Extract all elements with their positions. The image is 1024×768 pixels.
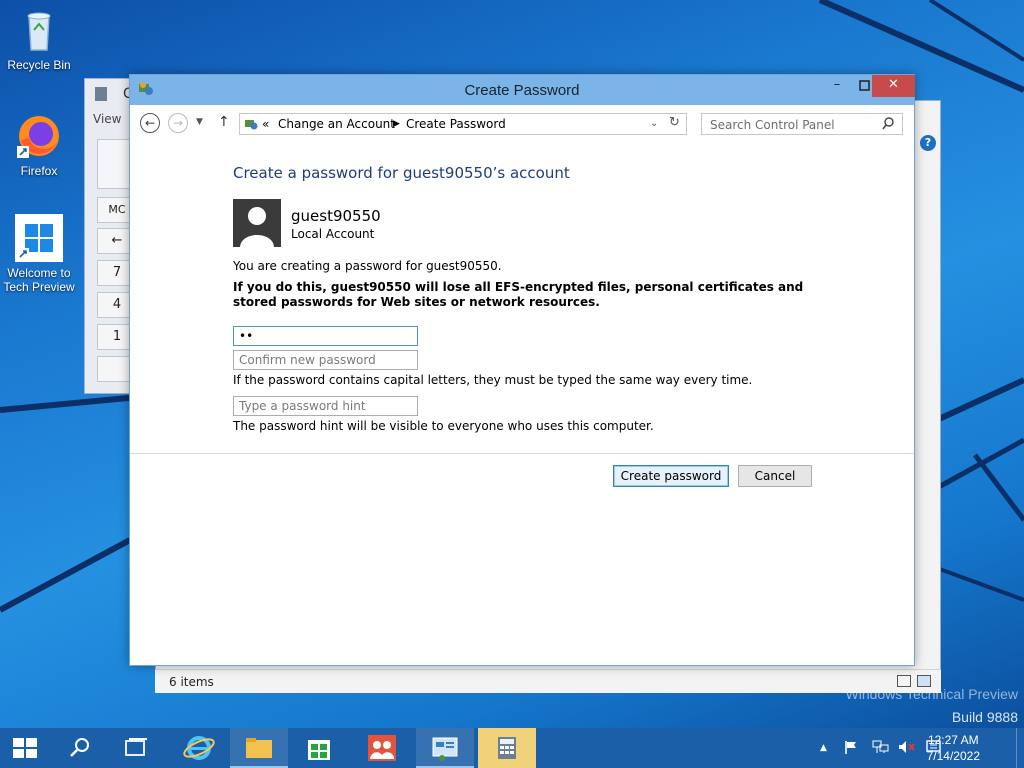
content-pane: Create a password for guest90550’s accou… [130,141,914,667]
windows-logo-icon [13,738,37,758]
calculator-view-menu[interactable]: View [93,112,121,126]
clock-date: 7/14/2022 [926,749,980,763]
user-name: guest90550 [291,207,381,225]
network-icon[interactable] [872,740,890,757]
show-desktop-button[interactable] [1016,728,1024,768]
start-button[interactable] [0,728,50,768]
efs-warning: If you do this, guest90550 will lose all… [233,280,804,309]
control-panel-icon [432,737,458,761]
recycle-bin-icon [15,6,63,54]
navigation-bar: ← → ▼ ↑ « Change an Account ▶ Create Pas… [130,105,914,141]
search-icon[interactable] [882,117,894,134]
page-title: Create a password for guest90550’s accou… [233,164,570,182]
recycle-bin-label: Recycle Bin [7,58,71,72]
back-button[interactable]: ← [140,113,160,133]
file-explorer-taskbar-button[interactable] [230,728,288,768]
address-bar[interactable]: « Change an Account ▶ Create Password ⌄ … [239,113,687,135]
clock[interactable]: 12:27 AM 7/14/2022 [927,732,980,764]
status-bar: 6 items [155,669,941,693]
cancel-button[interactable]: Cancel [738,465,812,487]
hint-visibility-note: The password hint will be visible to eve… [233,419,654,433]
recent-pages-icon[interactable]: ▼ [196,117,203,127]
recycle-bin-shortcut[interactable]: Recycle Bin [1,6,77,72]
search-box[interactable]: Search Control Panel [701,113,903,135]
calculator-icon [95,87,107,101]
task-view-icon [125,738,147,756]
control-panel-taskbar-button[interactable] [416,728,474,768]
ie-taskbar-button[interactable] [170,728,228,768]
capital-letters-note: If the password contains capital letters… [233,373,753,387]
search-taskbar-button[interactable] [54,728,104,768]
clock-time: 12:27 AM [927,733,979,747]
item-count: 6 items [169,675,214,689]
breadcrumb-separator-icon: ▶ [393,119,400,129]
breadcrumb-create-password[interactable]: Create Password [406,117,506,131]
breadcrumb-change-account[interactable]: Change an Account [278,117,395,131]
create-password-window: Create Password – ✕ ← → ▼ ↑ « Change an … [129,74,915,666]
close-button[interactable]: ✕ [872,75,915,97]
store-taskbar-button[interactable] [290,728,348,768]
new-password-input[interactable] [233,326,418,346]
info-text: You are creating a password for guest905… [233,259,502,273]
address-cp-icon [244,117,258,131]
store-icon [308,740,330,760]
up-button[interactable]: ↑ [218,114,230,130]
watermark-line2: Build 9888 [951,709,1018,725]
volume-muted-icon[interactable] [898,740,916,757]
minimize-button[interactable]: – [822,75,852,97]
window-title: Create Password [464,82,580,99]
windows-welcome-icon [15,214,63,262]
search-placeholder: Search Control Panel [710,118,835,132]
people-taskbar-button[interactable] [352,728,410,768]
refresh-icon[interactable]: ↻ [669,115,680,130]
title-bar[interactable]: Create Password – ✕ [130,75,915,105]
internet-explorer-icon [183,736,215,760]
magnifier-icon [70,738,89,757]
address-overflow[interactable]: « [262,117,269,131]
account-type: Local Account [291,227,375,241]
divider [130,453,914,454]
create-password-button[interactable]: Create password [613,465,729,487]
folder-icon [246,738,272,758]
details-view-icon[interactable] [897,675,911,687]
welcome-label: Welcome to Tech Preview [3,266,75,294]
firefox-icon [15,112,63,160]
task-view-button[interactable] [110,728,160,768]
people-icon [368,735,396,761]
welcome-shortcut[interactable]: Welcome to Tech Preview [1,214,77,294]
taskbar: ▲ 12:27 AM 7/14/2022 [0,728,1024,768]
forward-button[interactable]: → [168,113,188,133]
large-icons-view-icon[interactable] [917,675,931,687]
firefox-label: Firefox [20,164,58,178]
address-dropdown-icon[interactable]: ⌄ [650,118,658,129]
firefox-shortcut[interactable]: Firefox [1,112,77,178]
calculator-taskbar-button[interactable] [478,728,536,768]
password-hint-input[interactable] [233,396,418,416]
calculator-icon [498,737,516,759]
confirm-password-input[interactable] [233,350,418,370]
action-center-flag-icon[interactable] [844,740,858,757]
tray-overflow-icon[interactable]: ▲ [820,743,827,753]
help-icon[interactable]: ? [920,135,936,151]
user-avatar [233,199,281,247]
